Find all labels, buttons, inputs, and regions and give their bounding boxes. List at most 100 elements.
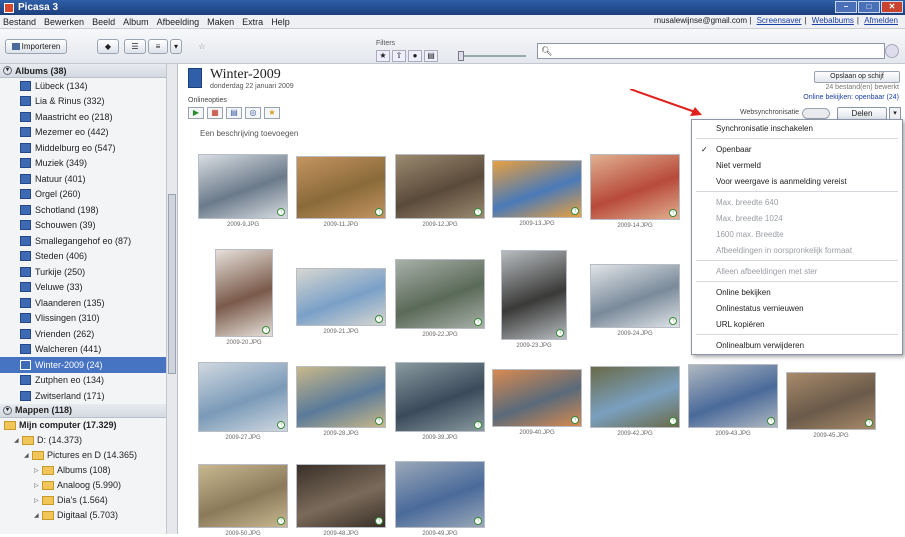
photo-thumbnail[interactable]: ↑ [395,362,485,432]
filter-upload-button[interactable]: ⇧ [392,50,406,62]
photo-thumbnail[interactable]: ↑ [786,372,876,430]
filter-person-button[interactable]: ● [408,50,422,62]
sidebar-album-item[interactable]: Lübeck (134) [0,78,177,94]
folders-section-header[interactable]: ▾ Mappen (118) [0,403,177,418]
settings-icon[interactable] [885,44,899,58]
filter-video-button[interactable]: ▤ [424,50,438,62]
close-button[interactable]: ✕ [881,1,903,13]
movie-button[interactable]: ▤ [226,107,242,119]
photo-thumbnail[interactable]: ↑ [395,259,485,329]
menu-bestand[interactable]: Bestand [3,17,36,27]
sidebar-album-item[interactable]: Veluwe (33) [0,280,177,296]
sidebar-folder-item[interactable]: ◢ Pictures en D (14.365) [0,448,177,463]
sidebar-album-item[interactable]: Vrienden (262) [0,326,177,342]
sidebar-album-item[interactable]: Winter-2009 (24) [0,357,177,373]
view-dropdown-button[interactable]: ▾ [170,39,182,54]
sidebar-folder-item[interactable]: ▷ Dia's (1.564) [0,493,177,508]
filter-star-button[interactable]: ★ [376,50,390,62]
menu-beeld[interactable]: Beeld [92,17,115,27]
album-date[interactable]: donderdag 22 januari 2009 [210,83,294,90]
slider-knob[interactable] [458,51,464,61]
sidebar-album-item[interactable]: Walcheren (441) [0,342,177,358]
screensaver-link[interactable]: Screensaver [757,16,802,25]
tree-view-button[interactable]: ≡ [148,39,168,54]
expand-icon[interactable]: ◢ [14,437,22,444]
collage-button[interactable]: ▦ [207,107,223,119]
context-menu-item[interactable]: Niet vermeld [692,157,902,173]
menu-bewerken[interactable]: Bewerken [44,17,84,27]
sidebar-album-item[interactable]: Turkije (250) [0,264,177,280]
save-to-disk-button[interactable]: Opslaan op schijf [814,71,900,83]
web-button[interactable]: ◎ [245,107,261,119]
scrollbar-thumb[interactable] [168,194,176,374]
sidebar-album-item[interactable]: Vlissingen (310) [0,311,177,327]
photo-thumbnail[interactable]: ↑ [492,160,582,218]
list-view-button[interactable]: ☰ [124,39,146,54]
sidebar-album-item[interactable]: Schotland (198) [0,202,177,218]
filter-slider[interactable] [458,51,526,61]
menu-extra[interactable]: Extra [242,17,263,27]
sidebar-album-item[interactable]: Mezemer eo (442) [0,125,177,141]
photo-thumbnail[interactable]: ↑ [395,154,485,219]
search-box[interactable]: 🔍︎ [537,43,885,59]
context-menu-item[interactable]: Voor weergave is aanmelding vereist [692,173,902,189]
people-button[interactable]: ◆ [97,39,119,54]
menu-album[interactable]: Album [123,17,149,27]
star-add-button[interactable]: ☆ [195,39,209,54]
expand-icon[interactable]: ◢ [24,452,32,459]
menu-maken[interactable]: Maken [207,17,234,27]
slideshow-button[interactable]: ▶ [188,107,204,119]
context-menu-item[interactable]: Onlinealbum verwijderen [692,337,902,353]
search-input[interactable] [555,46,876,56]
photo-thumbnail[interactable]: ↑ [198,362,288,432]
context-menu-item[interactable]: URL kopiëren [692,316,902,332]
menu-afbeelding[interactable]: Afbeelding [157,17,200,27]
photo-thumbnail[interactable]: ↑ [395,461,485,528]
photo-thumbnail[interactable]: ↑ [590,264,680,328]
sidebar-album-item[interactable]: Smallegangehof eo (87) [0,233,177,249]
photo-thumbnail[interactable]: ↑ [492,369,582,427]
sidebar-folder-item[interactable]: ▷ Analoog (5.990) [0,478,177,493]
context-menu-item[interactable]: ✓ Openbaar [692,141,902,157]
sidebar-folder-item[interactable]: ▷ Albums (108) [0,463,177,478]
expand-icon[interactable]: ◢ [34,512,42,519]
context-menu-item[interactable]: Onlinestatus vernieuwen [692,300,902,316]
sidebar-folder-item[interactable]: ◢ Digitaal (5.703) [0,508,177,523]
sidebar-album-item[interactable]: Lia & Rinus (332) [0,94,177,110]
albums-section-header[interactable]: ▾ Albums (38) [0,64,177,78]
collapse-icon[interactable]: ▾ [3,405,12,415]
photo-thumbnail[interactable]: ↑ [198,464,288,528]
sidebar-scrollbar[interactable] [166,64,177,534]
webalbums-link[interactable]: Webalbums [812,16,854,25]
photo-thumbnail[interactable]: ↑ [198,154,288,219]
sidebar-album-item[interactable]: Muziek (349) [0,156,177,172]
sidebar-album-item[interactable]: Maastricht eo (218) [0,109,177,125]
photo-thumbnail[interactable]: ↑ [590,154,680,220]
sidebar-album-item[interactable]: Zutphen eo (134) [0,373,177,389]
sidebar-album-item[interactable]: Natuur (401) [0,171,177,187]
photo-thumbnail[interactable]: ↑ [501,250,567,340]
minimize-button[interactable]: – [835,1,857,13]
photo-thumbnail[interactable]: ↑ [296,156,386,219]
expand-icon[interactable]: ▷ [34,467,42,474]
sidebar-folder-item[interactable]: ◢ D: (14.373) [0,433,177,448]
photo-thumbnail[interactable]: ↑ [296,268,386,326]
sidebar-album-item[interactable]: Schouwen (39) [0,218,177,234]
album-description[interactable]: Een beschrijving toevoegen [200,129,298,138]
import-button[interactable]: Importeren [5,39,67,54]
sidebar-album-item[interactable]: Zwitserland (171) [0,388,177,404]
online-view-link[interactable]: Online bekijken: openbaar (24) [803,94,899,101]
photo-thumbnail[interactable]: ↑ [296,464,386,528]
afmelden-link[interactable]: Afmelden [864,16,898,25]
album-title[interactable]: Winter-2009 [210,67,281,83]
photo-thumbnail[interactable]: ↑ [296,366,386,428]
sidebar-album-item[interactable]: Orgel (260) [0,187,177,203]
context-menu-item[interactable]: Online bekijken [692,284,902,300]
menu-help[interactable]: Help [271,17,290,27]
sidebar-album-item[interactable]: Steden (406) [0,249,177,265]
web-sync-toggle[interactable] [802,108,830,119]
sidebar-folder-item[interactable]: Mijn computer (17.329) [0,418,177,433]
photo-thumbnail[interactable]: ↑ [688,364,778,428]
collapse-icon[interactable]: ▾ [3,66,12,75]
expand-icon[interactable]: ▷ [34,482,42,489]
